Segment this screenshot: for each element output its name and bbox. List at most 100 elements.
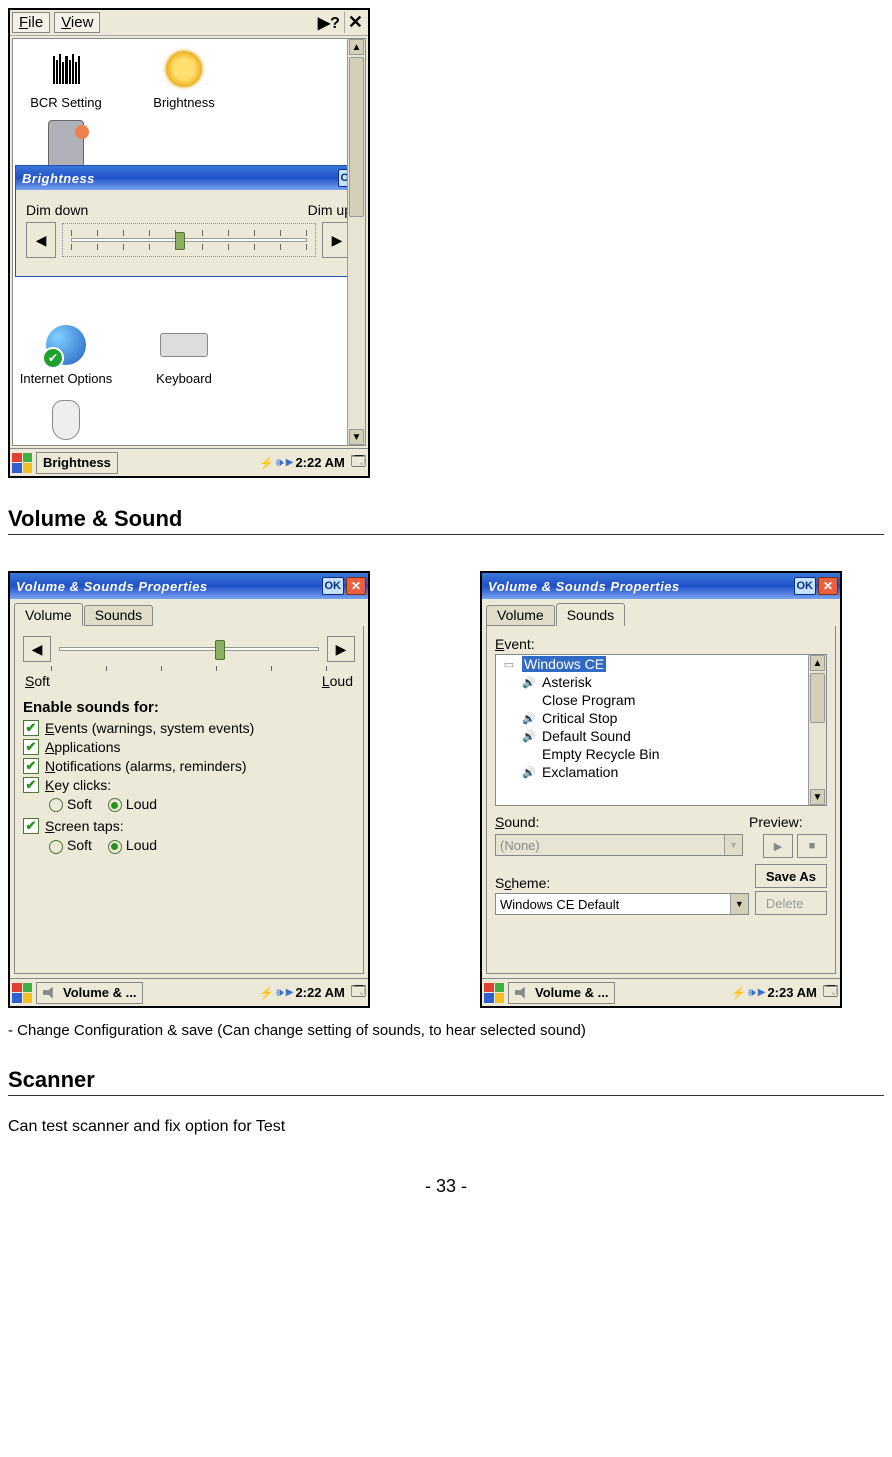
sounds-tab-body: Event:Event: ▭Windows CE 🔊Asterisk Close… [486, 626, 836, 974]
start-icon[interactable] [12, 453, 32, 473]
speaker-icon [43, 987, 57, 999]
control-panel-window: FFileile VViewiew ▶? ✕ BCR Setting Brigh… [8, 8, 370, 478]
tab-sounds[interactable]: Sounds [556, 603, 625, 626]
volume-thumb[interactable] [215, 640, 225, 660]
list-item[interactable]: Exclamation [542, 764, 618, 780]
list-item[interactable]: Default Sound [542, 728, 631, 744]
volume-up-button[interactable]: ▶ [327, 636, 355, 662]
enable-sounds-label: Enable sounds for: [23, 699, 355, 716]
tab-sounds[interactable]: Sounds [84, 605, 153, 626]
volume-tray-icon[interactable]: 🕪 [276, 455, 284, 470]
play-button[interactable]: ▶ [763, 834, 793, 858]
event-listbox[interactable]: ▭Windows CE 🔊Asterisk Close Program 🔊Cri… [495, 654, 827, 806]
listbox-scrollbar[interactable]: ▲ ▼ [808, 655, 826, 805]
menu-view[interactable]: VViewiew [54, 12, 100, 33]
list-item[interactable]: Asterisk [542, 674, 592, 690]
volume-properties-window-volume-tab: Volume & Sounds Properties OK ✕ Volume S… [8, 571, 370, 1008]
icon-label: BCR Setting [17, 95, 115, 110]
list-item[interactable]: Close Program [542, 692, 635, 708]
volume-tray-icon[interactable]: 🕪 [276, 985, 284, 1000]
checkbox-screentaps[interactable]: ✔ [23, 818, 39, 834]
sound-icon: 🔊 [520, 710, 538, 726]
stop-button[interactable]: ■ [797, 834, 827, 858]
checkbox-notifications[interactable]: ✔ [23, 758, 39, 774]
radio-screentaps-loud[interactable]: Loud [108, 837, 157, 853]
close-button[interactable]: ✕ [346, 577, 366, 595]
mouse-icon [52, 400, 80, 440]
toolbar-right: ▶? ✕ [318, 12, 366, 33]
scroll-down-icon[interactable]: ▼ [349, 429, 364, 445]
desktop-icon[interactable]: 🗔 [823, 981, 838, 1005]
network-icon[interactable]: ⚡ [259, 986, 274, 1000]
keyclicks-label: Key clicks:Key clicks: [45, 777, 111, 793]
close-button[interactable]: ✕ [818, 577, 838, 595]
volume-down-button[interactable]: ◀ [23, 636, 51, 662]
checkbox-applications[interactable]: ✔ [23, 739, 39, 755]
ok-button[interactable]: OK [322, 577, 345, 595]
list-item[interactable]: Critical Stop [542, 710, 617, 726]
checkbox-keyclicks[interactable]: ✔ [23, 777, 39, 793]
volume-slider[interactable] [59, 647, 319, 651]
checkbox-events[interactable]: ✔ [23, 720, 39, 736]
tab-volume[interactable]: Volume [14, 603, 83, 626]
icon-label: Keyboard [135, 371, 233, 386]
scrollbar-thumb[interactable] [810, 673, 825, 723]
taskbar-app-button[interactable]: Volume & ... [36, 982, 143, 1004]
desktop-icon[interactable]: 🗔 [351, 981, 366, 1005]
help-icon[interactable]: ▶? [318, 13, 340, 33]
device-icon [48, 120, 84, 168]
window-title: Volume & Sounds Properties [484, 579, 794, 594]
radio-keyclicks-loud[interactable]: Loud [108, 796, 157, 812]
tab-volume[interactable]: Volume [486, 605, 555, 626]
clock[interactable]: 2:23 AM [767, 985, 816, 1000]
icon-brightness[interactable]: Brightness [135, 45, 233, 110]
scheme-dropdown[interactable]: Windows CE Default▼ [495, 893, 749, 915]
start-icon[interactable] [12, 983, 32, 1003]
ok-button[interactable]: OK [794, 577, 817, 595]
brightness-slider[interactable] [62, 223, 316, 257]
slider-thumb[interactable] [175, 232, 185, 250]
menubar: FFileile VViewiew ▶? ✕ [10, 10, 368, 36]
icon-keyboard[interactable]: Keyboard [135, 321, 233, 386]
save-as-button[interactable]: Save As [755, 864, 827, 888]
volume-screenshots-row: Volume & Sounds Properties OK ✕ Volume S… [8, 571, 884, 1008]
scrollbar-thumb[interactable] [349, 57, 364, 217]
taskbar-app-button[interactable]: Volume & ... [508, 982, 615, 1004]
radio-screentaps-soft[interactable]: Soft [49, 837, 92, 853]
screentaps-label: Screen taps:Screen taps: [45, 818, 124, 834]
chevron-down-icon[interactable]: ▼ [730, 894, 748, 914]
close-icon[interactable]: ✕ [344, 12, 366, 33]
popup-title: Brightness [18, 171, 338, 186]
icon-grid: BCR Setting Brightness Button Setting [17, 45, 361, 185]
titlebar: Volume & Sounds Properties OK ✕ [10, 573, 368, 599]
menu-file[interactable]: FFileile [12, 12, 50, 33]
network-icon[interactable]: ⚡ [259, 456, 274, 470]
start-icon[interactable] [484, 983, 504, 1003]
volume-tab-body: ◀ ▶ SoftSoft LoudLoud Enable sounds for:… [14, 626, 364, 974]
soft-label: SoftSoft [25, 673, 50, 689]
taskbar-app-button[interactable]: Brightness [36, 452, 118, 474]
heading-scanner: Scanner [8, 1067, 884, 1096]
icon-mouse[interactable]: Mouse [17, 396, 115, 446]
clock[interactable]: 2:22 AM [295, 455, 344, 470]
scroll-up-icon[interactable]: ▲ [349, 39, 364, 55]
sound-icon [520, 692, 538, 708]
icon-internet-options[interactable]: Internet Options [17, 321, 115, 386]
icon-bcr-setting[interactable]: BCR Setting [17, 45, 115, 110]
radio-keyclicks-soft[interactable]: Soft [49, 796, 92, 812]
taskbar: Volume & ... ⚡ 🕪 ▶ 2:22 AM 🗔 [10, 978, 368, 1006]
scheme-label: Scheme:Scheme: [495, 875, 749, 891]
clock[interactable]: 2:22 AM [295, 985, 344, 1000]
system-tray: ⚡ 🕪 ▶ 2:22 AM 🗔 [259, 981, 366, 1005]
dim-down-button[interactable]: ◀ [26, 222, 56, 258]
network-icon[interactable]: ⚡ [731, 986, 746, 1000]
scroll-down-icon[interactable]: ▼ [810, 789, 825, 805]
list-item[interactable]: Windows CE [522, 656, 606, 672]
volume-tray-icon[interactable]: 🕪 [748, 985, 756, 1000]
brightness-popup: Brightness OK Dim down Dim up ◀ ▶ [15, 165, 363, 277]
scrollbar[interactable]: ▲ ▼ [347, 39, 365, 445]
list-item[interactable]: Empty Recycle Bin [542, 746, 659, 762]
tray-arrow-icon: ▶ [286, 457, 294, 468]
scroll-up-icon[interactable]: ▲ [810, 655, 825, 671]
desktop-icon[interactable]: 🗔 [351, 451, 366, 475]
